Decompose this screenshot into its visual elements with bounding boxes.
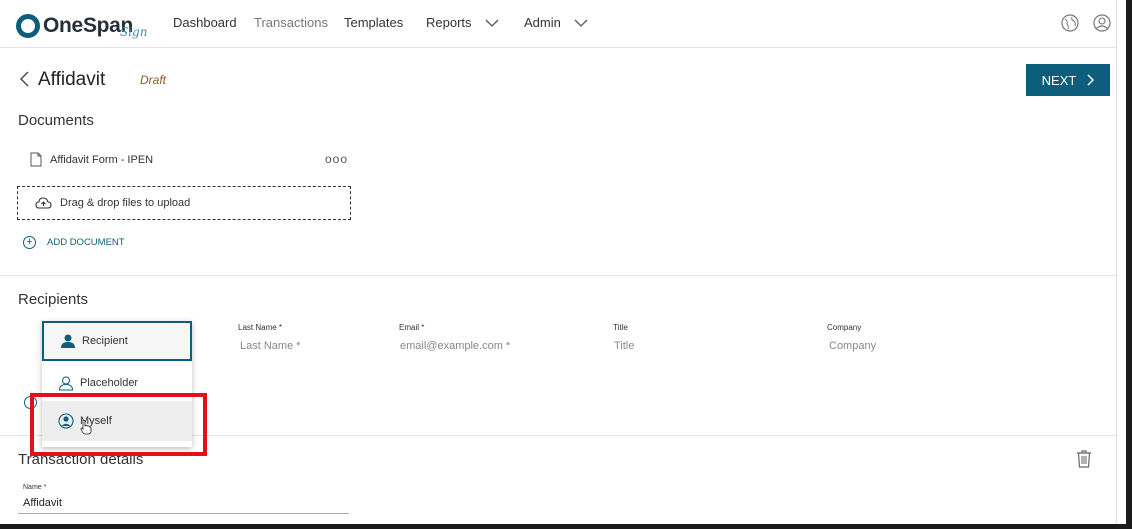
globe-icon[interactable] <box>1060 13 1080 33</box>
nav-admin-label: Admin <box>524 15 561 30</box>
email-label: Email * <box>399 323 425 332</box>
document-name: Affidavit Form - IPEN <box>50 153 154 166</box>
chevron-right-icon <box>1087 74 1095 86</box>
trash-icon[interactable] <box>1075 449 1093 469</box>
section-divider <box>0 275 1116 276</box>
last-name-label: Last Name * <box>238 323 283 332</box>
menu-item-label: Placeholder <box>80 377 139 389</box>
logo-ring-icon <box>16 14 40 38</box>
back-chevron-icon[interactable] <box>18 70 32 88</box>
nav-reports-label: Reports <box>426 15 472 30</box>
company-input[interactable]: Company <box>829 340 876 352</box>
email-input[interactable]: email@example.com * <box>400 340 510 352</box>
documents-heading: Documents <box>18 112 94 129</box>
document-item[interactable]: Affidavit Form - IPEN <box>30 152 153 167</box>
more-options-icon[interactable]: ooo <box>325 152 348 166</box>
nav-templates[interactable]: Templates <box>344 15 403 30</box>
next-button[interactable]: NEXT <box>1026 64 1110 96</box>
logo-sign-text: Sign <box>120 25 148 39</box>
add-document-link[interactable]: + ADD DOCUMENT <box>23 236 125 249</box>
nav-dashboard[interactable]: Dashboard <box>173 15 237 30</box>
onespan-logo[interactable]: OneSpan Sign <box>16 12 147 40</box>
last-name-input[interactable]: Last Name * <box>240 340 301 352</box>
transaction-title: Affidavit <box>38 69 106 90</box>
highlight-box <box>30 393 207 456</box>
menu-item-label: Recipient <box>82 335 128 347</box>
chevron-down-icon <box>485 19 498 27</box>
status-badge: Draft <box>140 73 167 87</box>
recipients-heading: Recipients <box>18 291 89 308</box>
window-border <box>0 524 1132 529</box>
plus-circle-icon: + <box>23 236 36 249</box>
document-icon <box>30 152 42 167</box>
top-navbar: OneSpan Sign Dashboard Transactions Temp… <box>0 0 1132 48</box>
name-field-underline <box>18 513 349 514</box>
dropzone-label: Drag & drop files to upload <box>60 197 191 209</box>
person-filled-icon <box>61 334 75 348</box>
nav-admin[interactable]: Admin <box>524 15 589 30</box>
chevron-down-icon <box>574 19 588 27</box>
nav-reports[interactable]: Reports <box>426 15 500 30</box>
person-outline-icon <box>58 376 74 390</box>
add-document-label: ADD DOCUMENT <box>47 237 125 248</box>
user-account-icon[interactable] <box>1092 13 1112 33</box>
window-border <box>1126 0 1132 529</box>
cloud-upload-icon <box>35 197 52 209</box>
title-input[interactable]: Title <box>614 340 634 352</box>
menu-item-recipient[interactable]: Recipient <box>42 321 192 361</box>
company-label: Company <box>827 323 862 332</box>
upload-dropzone[interactable]: Drag & drop files to upload <box>17 186 351 220</box>
name-field-label: Name * <box>23 484 47 491</box>
name-field[interactable]: Affidavit <box>23 497 62 509</box>
next-button-label: NEXT <box>1041 72 1077 88</box>
nav-transactions[interactable]: Transactions <box>254 15 328 30</box>
title-label: Title <box>613 323 628 332</box>
